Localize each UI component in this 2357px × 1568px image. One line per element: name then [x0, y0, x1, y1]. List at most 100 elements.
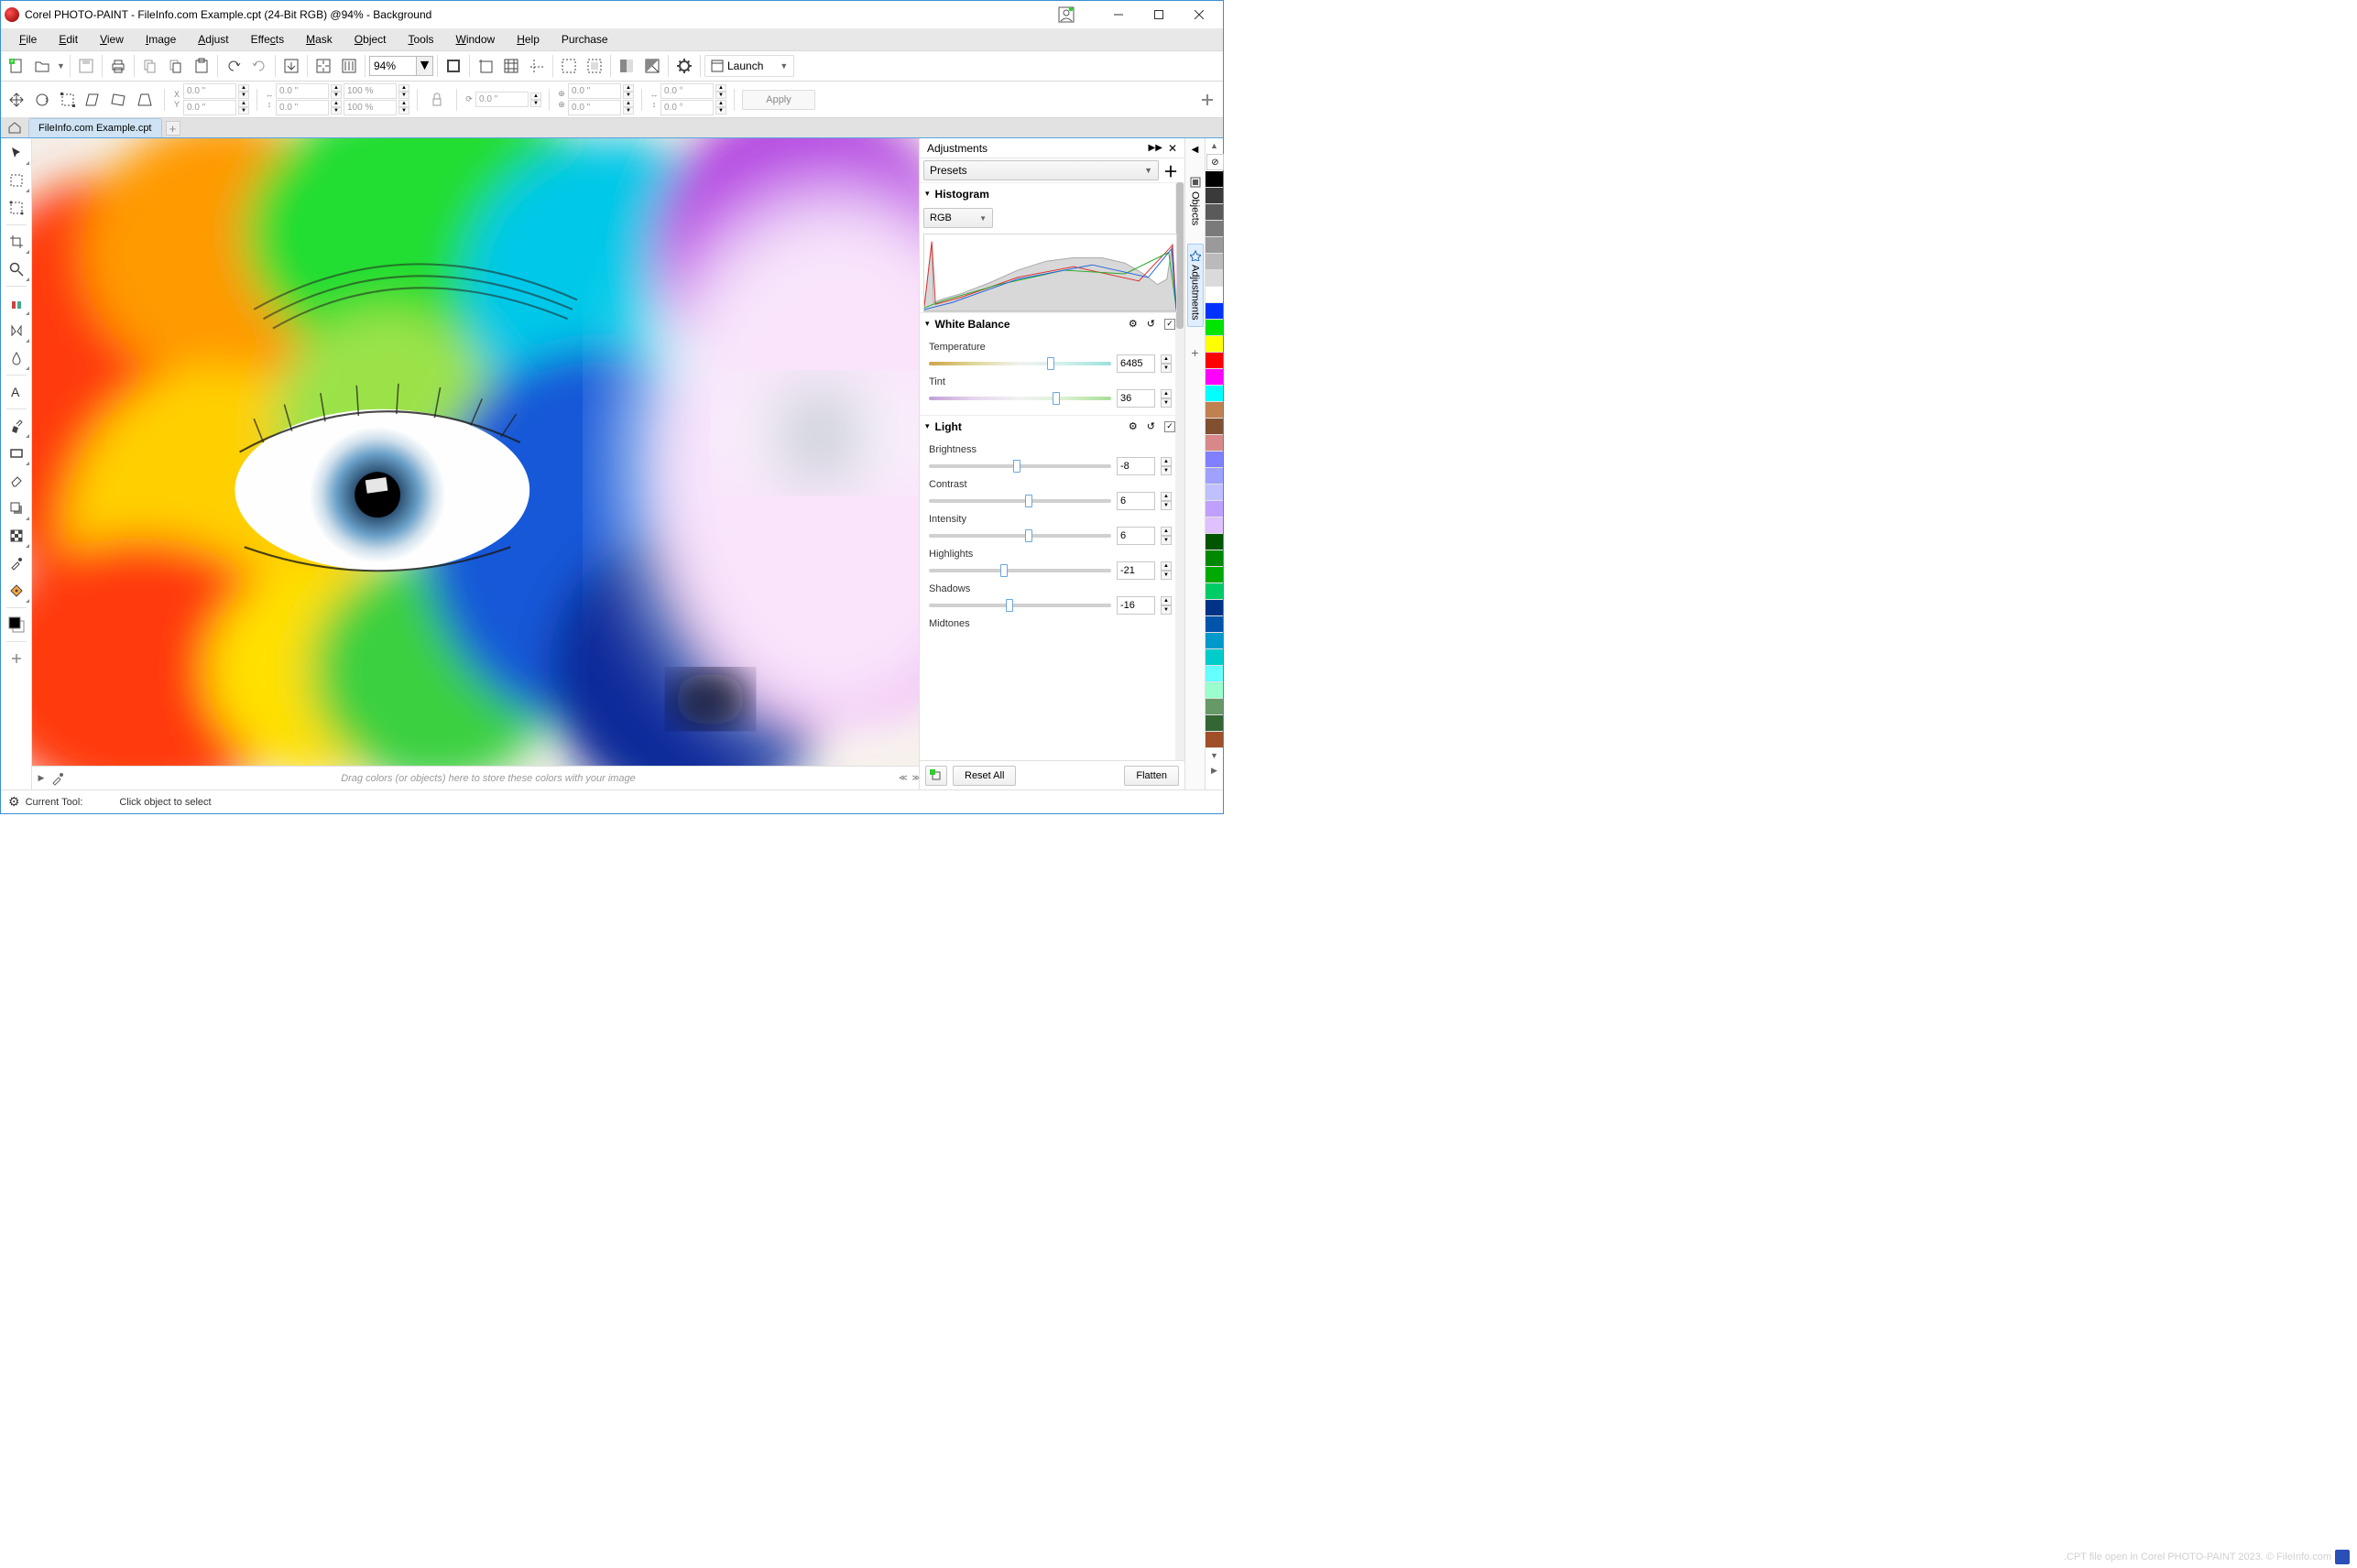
menu-purchase[interactable]: Purchase — [551, 31, 619, 48]
color-swatch[interactable] — [1206, 534, 1223, 550]
color-swatch[interactable] — [1206, 353, 1223, 369]
temperature-value[interactable]: 6485 — [1117, 354, 1155, 373]
skew-tool-button[interactable] — [82, 88, 105, 112]
color-swatch[interactable] — [1206, 699, 1223, 715]
color-swatch[interactable] — [1206, 254, 1223, 270]
rotate-tool-button[interactable] — [30, 88, 54, 112]
show-grid-button[interactable] — [499, 54, 523, 78]
color-swatch[interactable] — [1206, 715, 1223, 732]
highlights-slider[interactable] — [929, 564, 1111, 577]
perspective-tool-button[interactable] — [133, 88, 157, 112]
copy-button[interactable] — [138, 54, 162, 78]
minimize-button[interactable] — [1098, 2, 1139, 27]
maximize-button[interactable] — [1139, 2, 1179, 27]
wb-options-icon[interactable]: ⚙ — [1129, 318, 1138, 330]
drop-shadow-tool[interactable] — [3, 495, 30, 521]
paste-button[interactable] — [164, 54, 188, 78]
shadows-stepper[interactable]: ▲▼ — [1161, 596, 1172, 615]
canvas[interactable] — [32, 138, 919, 766]
save-button[interactable] — [74, 54, 98, 78]
color-swatch[interactable] — [1206, 682, 1223, 699]
docker-collapse-icon[interactable]: ▶▶ — [1149, 143, 1162, 153]
color-swatch[interactable] — [1206, 435, 1223, 452]
contrast-value[interactable]: 6 — [1117, 492, 1155, 510]
presets-dropdown[interactable]: Presets ▼ — [923, 160, 1159, 180]
size-h-field[interactable]: 0.0 " — [276, 100, 329, 115]
position-tool-button[interactable] — [5, 88, 28, 112]
color-swatch[interactable] — [1206, 386, 1223, 402]
color-swatch[interactable] — [1206, 567, 1223, 583]
color-swatch[interactable] — [1206, 485, 1223, 501]
full-preview-button[interactable] — [442, 54, 465, 78]
menu-view[interactable]: View — [89, 31, 135, 48]
undo-button[interactable] — [222, 54, 246, 78]
no-color-swatch[interactable]: ⊘ — [1206, 154, 1224, 170]
color-swatch[interactable] — [1206, 270, 1223, 287]
histogram-header[interactable]: ▾ Histogram — [920, 182, 1181, 204]
adjustments-docker-tab[interactable]: Adjustments — [1187, 244, 1204, 327]
color-swatch[interactable] — [1206, 633, 1223, 649]
docker-close-icon[interactable]: ✕ — [1168, 142, 1177, 155]
show-rulers-button[interactable] — [474, 54, 497, 78]
menu-edit[interactable]: Edit — [48, 31, 89, 48]
new-tab-button[interactable]: + — [164, 119, 182, 137]
fill-tool[interactable] — [3, 578, 30, 604]
mask-overlay-button[interactable] — [337, 54, 361, 78]
print-button[interactable] — [106, 54, 130, 78]
transparency-tool[interactable] — [3, 523, 30, 549]
menu-adjust[interactable]: Adjust — [187, 31, 239, 48]
color-swatch[interactable] — [1206, 303, 1223, 320]
pos-x-field[interactable]: 0.0 " — [183, 83, 236, 99]
light-header[interactable]: ▾ Light ⚙ ↺ ✓ — [920, 415, 1181, 437]
menu-mask[interactable]: Mask — [295, 31, 344, 48]
menu-image[interactable]: Image — [135, 31, 187, 48]
skew-h-field[interactable]: 0.0 ° — [660, 83, 714, 99]
size-w-field[interactable]: 0.0 " — [276, 83, 329, 99]
angle-field[interactable]: 0.0 " — [475, 92, 529, 107]
home-tab[interactable] — [1, 117, 28, 137]
color-swatch[interactable] — [1206, 369, 1223, 386]
mask-transform-tool[interactable] — [3, 195, 30, 221]
light-options-icon[interactable]: ⚙ — [1129, 420, 1138, 432]
color-swatch[interactable] — [1206, 600, 1223, 616]
shadows-slider[interactable] — [929, 599, 1111, 612]
reset-all-button[interactable]: Reset All — [953, 766, 1016, 786]
tint-value[interactable]: 36 — [1117, 389, 1155, 408]
color-swatch[interactable] — [1206, 336, 1223, 353]
launch-dropdown[interactable]: Launch ▼ — [704, 55, 794, 77]
intensity-slider[interactable] — [929, 529, 1111, 542]
color-swatch[interactable] — [1206, 583, 1223, 600]
temperature-stepper[interactable]: ▲▼ — [1161, 354, 1172, 373]
color-swatch[interactable] — [1206, 452, 1223, 468]
center-x-field[interactable]: 0.0 " — [568, 83, 621, 99]
light-toggle[interactable]: ✓ — [1164, 421, 1175, 432]
lock-ratio-button[interactable] — [425, 88, 449, 112]
paint-tool[interactable] — [3, 413, 30, 439]
color-swatch[interactable] — [1206, 517, 1223, 534]
color-swatch[interactable] — [1206, 419, 1223, 435]
center-y-field[interactable]: 0.0 " — [568, 100, 621, 115]
eyedropper-tool[interactable] — [3, 550, 30, 576]
options-button[interactable] — [672, 54, 696, 78]
add-tool-button[interactable] — [3, 646, 30, 671]
skew-v-field[interactable]: 0.0 ° — [660, 100, 714, 115]
color-swatch[interactable] — [3, 612, 30, 637]
color-swatch[interactable] — [1206, 237, 1223, 254]
show-mask-marquee-button[interactable] — [557, 54, 581, 78]
color-swatch[interactable] — [1206, 666, 1223, 682]
distort-tool-button[interactable] — [107, 88, 131, 112]
eraser-tool[interactable] — [3, 468, 30, 494]
close-button[interactable] — [1179, 2, 1219, 27]
highlights-stepper[interactable]: ▲▼ — [1161, 561, 1172, 580]
contrast-slider[interactable] — [929, 495, 1111, 507]
flatten-button[interactable]: Flatten — [1124, 766, 1179, 786]
histogram-channel-dropdown[interactable]: RGB▼ — [923, 208, 993, 228]
menu-file[interactable]: File — [8, 31, 48, 48]
invert-mask-button[interactable] — [640, 54, 664, 78]
scale-y-field[interactable]: 100 % — [344, 100, 397, 115]
color-swatch[interactable] — [1206, 287, 1223, 303]
tint-stepper[interactable]: ▲▼ — [1161, 389, 1172, 408]
color-swatch[interactable] — [1206, 320, 1223, 336]
palette-scroll-down[interactable]: ▼ — [1206, 748, 1223, 763]
add-property-button[interactable] — [1195, 88, 1219, 112]
